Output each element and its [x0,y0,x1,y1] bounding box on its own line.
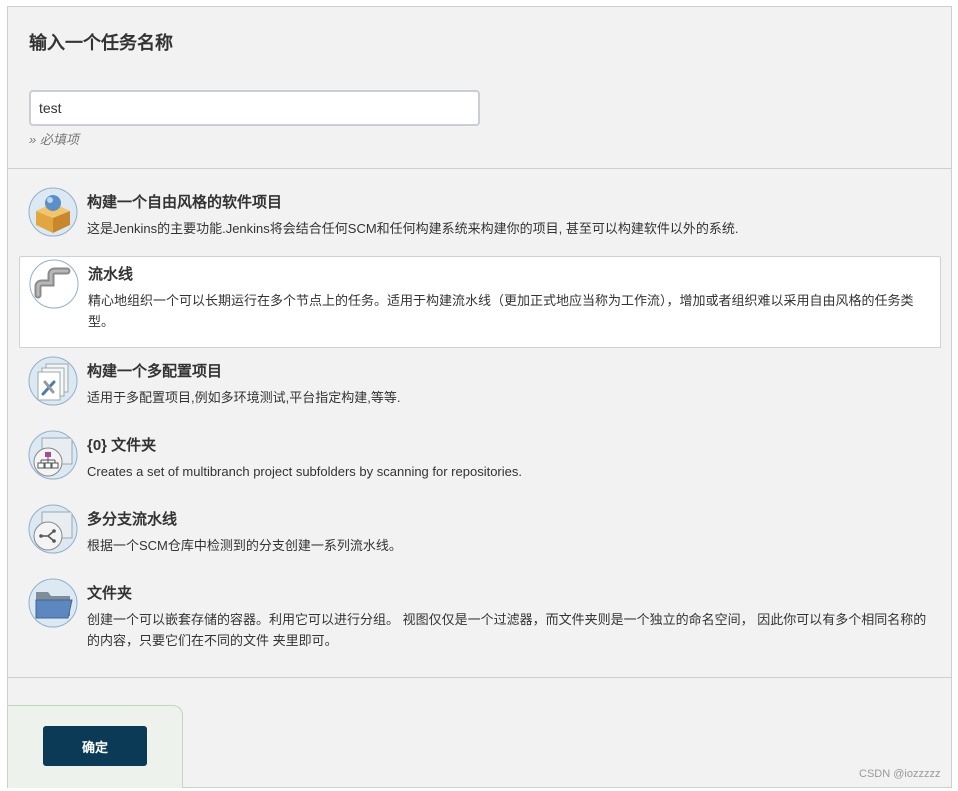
new-item-panel: 输入一个任务名称 » 必填项 构建一个自由风格的软件项目 这是Jenkins的主… [7,6,952,788]
item-description: 精心地组织一个可以长期运行在多个节点上的任务。适用于构建流水线（更加正式地应当称… [88,293,914,329]
item-description: Creates a set of multibranch project sub… [87,464,522,479]
item-name-section: 输入一个任务名称 » 必填项 [8,7,951,169]
required-note: » 必填项 [29,132,79,147]
multibranch-icon [28,504,78,554]
item-description: 根据一个SCM仓库中检测到的分支创建一系列流水线。 [87,538,402,553]
multi-config-icon [28,356,78,406]
item-title: 构建一个多配置项目 [87,363,223,380]
item-description: 创建一个可以嵌套存储的容器。利用它可以进行分组。 视图仅仅是一个过滤器，而文件夹… [87,612,927,648]
confirm-button[interactable]: 确定 [43,726,147,766]
item-description: 这是Jenkins的主要功能.Jenkins将会结合任何SCM和任何构建系统来构… [87,221,739,236]
item-name-label: 输入一个任务名称 [29,33,173,53]
item-name-input[interactable] [29,90,480,126]
folder-icon [28,578,78,628]
footer-divider [8,677,951,678]
item-title: {0} 文件夹 [87,437,157,454]
item-description: 适用于多配置项目,例如多环境测试,平台指定构建,等等. [87,390,401,405]
item-title: 多分支流水线 [87,511,178,528]
confirm-bar: 确定 [8,705,183,788]
item-title: 流水线 [88,266,134,283]
item-title: 构建一个自由风格的软件项目 [87,194,283,211]
freestyle-box-icon [28,187,78,237]
item-folder[interactable]: 文件夹 创建一个可以嵌套存储的容器。利用它可以进行分组。 视图仅仅是一个过滤器，… [19,576,941,668]
watermark: CSDN @iozzzzz [859,768,941,780]
org-folder-icon [28,430,78,480]
pipe-icon [29,259,79,309]
item-title: 文件夹 [87,585,133,602]
item-pipeline[interactable]: 流水线 精心地组织一个可以长期运行在多个节点上的任务。适用于构建流水线（更加正式… [19,256,941,348]
